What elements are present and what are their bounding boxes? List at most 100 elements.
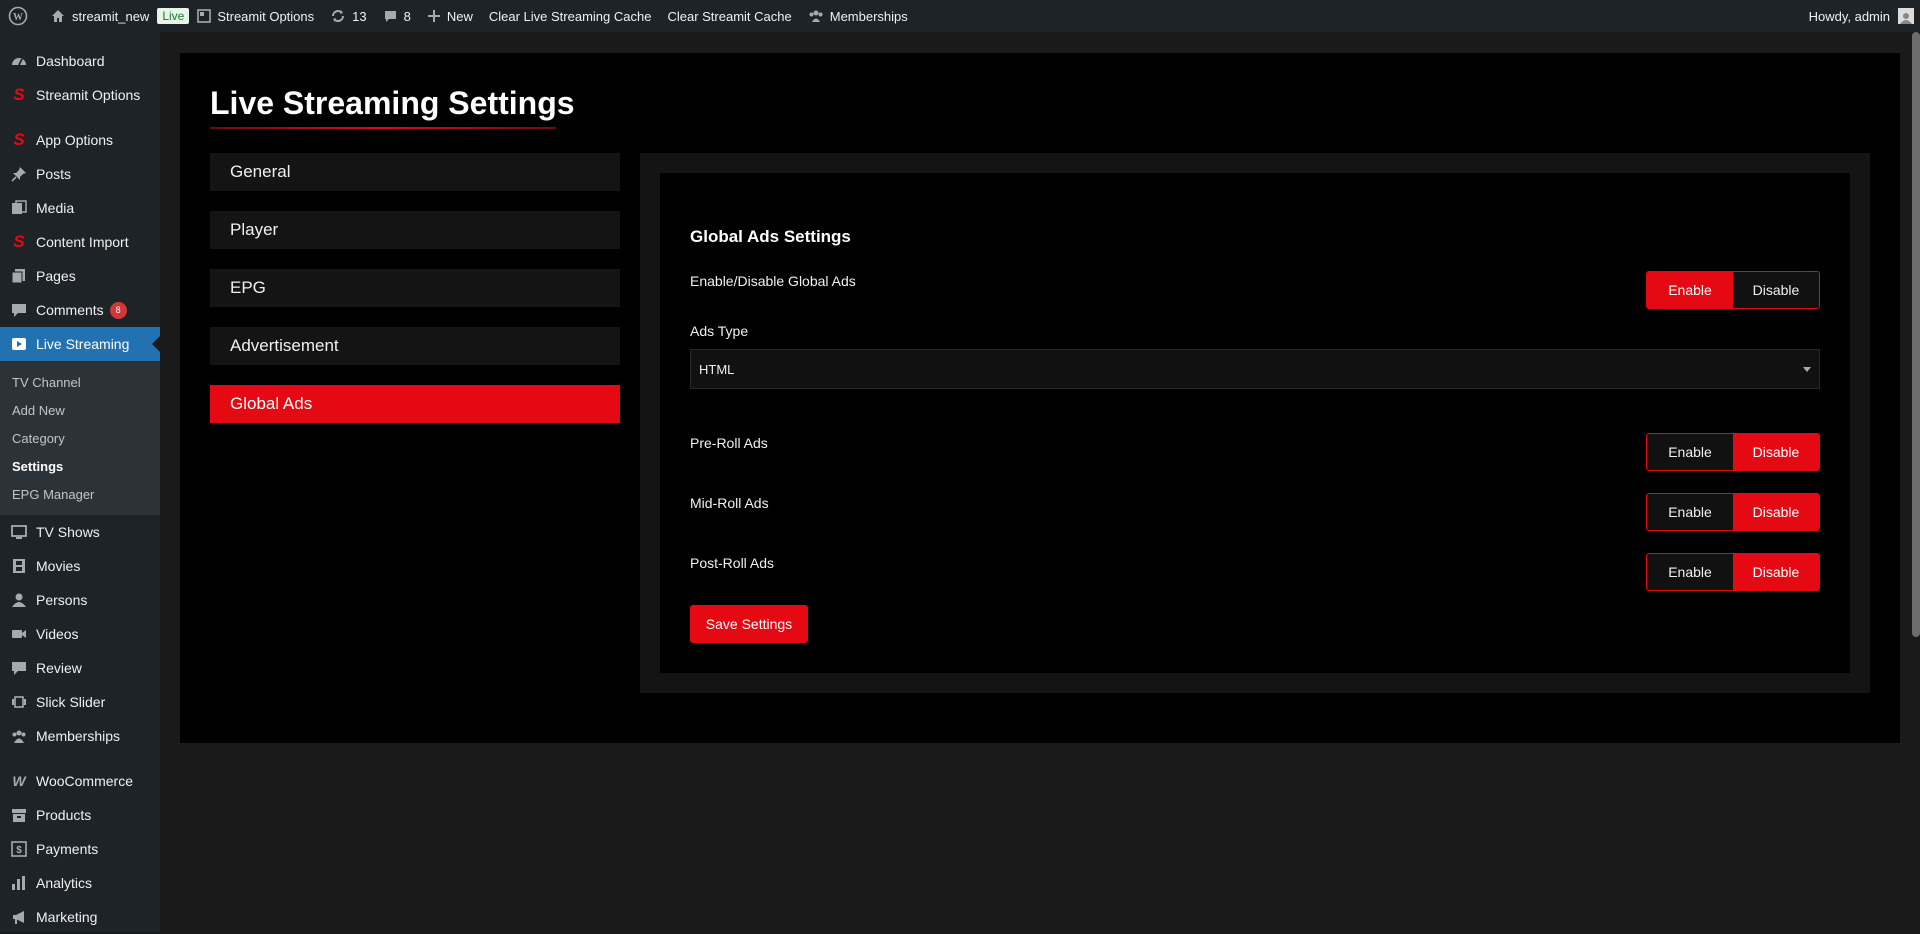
admin-bar: W streamit_new Live Streamit Options 13 … — [0, 0, 1920, 32]
sidebar-item-live-streaming[interactable]: Live Streaming — [0, 327, 160, 361]
clear-streamit-cache-link[interactable]: Clear Streamit Cache — [659, 0, 799, 32]
megaphone-icon — [10, 908, 28, 926]
wordpress-logo-icon[interactable]: W — [0, 0, 42, 32]
submenu-tv-channel[interactable]: TV Channel — [0, 368, 160, 396]
person-icon — [10, 591, 28, 609]
mid-roll-ads-toggle: Enable Disable — [1646, 493, 1820, 531]
sidebar-item-content-import[interactable]: S Content Import — [0, 225, 160, 259]
streamit-s-icon: S — [13, 232, 25, 251]
sidebar-item-woocommerce[interactable]: W WooCommerce — [0, 764, 160, 798]
settings-container: Live Streaming Settings General Player E… — [180, 53, 1900, 743]
live-badge: Live — [157, 8, 190, 24]
post-roll-ads-label: Post-Roll Ads — [690, 555, 775, 571]
live-streaming-submenu: TV Channel Add New Category Settings EPG… — [0, 361, 160, 515]
global-ads-enable-button[interactable]: Enable — [1647, 272, 1733, 308]
home-icon — [52, 10, 64, 22]
film-icon — [10, 557, 28, 575]
enable-global-ads-label: Enable/Disable Global Ads — [690, 273, 856, 289]
sidebar-item-videos[interactable]: Videos — [0, 617, 160, 651]
sidebar-item-marketing[interactable]: Marketing — [0, 900, 160, 934]
clear-live-cache-link[interactable]: Clear Live Streaming Cache — [481, 0, 660, 32]
sidebar-item-comments[interactable]: Comments 8 — [0, 293, 160, 327]
sidebar-item-payments[interactable]: $ Payments — [0, 832, 160, 866]
mid-roll-enable-button[interactable]: Enable — [1647, 494, 1733, 530]
global-ads-toggle: Enable Disable — [1646, 271, 1820, 309]
sidebar-item-slick-slider[interactable]: Slick Slider — [0, 685, 160, 719]
sidebar-item-app-options[interactable]: S App Options — [0, 123, 160, 157]
camera-icon — [10, 625, 28, 643]
archive-icon — [10, 806, 28, 824]
post-roll-ads-toggle: Enable Disable — [1646, 553, 1820, 591]
ads-type-select[interactable]: HTML — [690, 349, 1820, 389]
comment-icon — [10, 301, 28, 319]
pre-roll-ads-label: Pre-Roll Ads — [690, 435, 768, 451]
save-settings-button[interactable]: Save Settings — [690, 605, 808, 643]
sidebar-item-pages[interactable]: Pages — [0, 259, 160, 293]
account-menu[interactable]: Howdy, admin — [1809, 8, 1920, 24]
dollar-icon: $ — [10, 840, 28, 858]
groups-icon — [809, 10, 823, 22]
comments-count-badge: 8 — [109, 301, 127, 319]
comments-link[interactable]: 8 — [375, 0, 419, 32]
slider-icon — [10, 693, 28, 711]
comment-icon — [10, 659, 28, 677]
new-content-link[interactable]: New — [419, 0, 481, 32]
site-name-link[interactable]: streamit_new — [42, 0, 157, 32]
tab-epg[interactable]: EPG — [210, 269, 620, 307]
submenu-settings[interactable]: Settings — [0, 452, 160, 480]
grid-icon — [197, 9, 212, 23]
comment-icon — [384, 10, 396, 22]
pre-roll-disable-button[interactable]: Disable — [1733, 434, 1819, 470]
sidebar-item-products[interactable]: Products — [0, 798, 160, 832]
streamit-s-icon: S — [13, 85, 25, 104]
dashboard-icon — [10, 52, 28, 70]
submenu-category[interactable]: Category — [0, 424, 160, 452]
mid-roll-disable-button[interactable]: Disable — [1733, 494, 1819, 530]
video-icon — [10, 335, 28, 353]
admin-sidebar: Dashboard S Streamit Options S App Optio… — [0, 32, 160, 932]
memberships-link[interactable]: Memberships — [800, 0, 916, 32]
global-ads-panel: Global Ads Settings Enable/Disable Globa… — [660, 173, 1850, 673]
submenu-epg-manager[interactable]: EPG Manager — [0, 480, 160, 508]
post-roll-enable-button[interactable]: Enable — [1647, 554, 1733, 590]
section-title: Global Ads Settings — [690, 227, 851, 246]
media-icon — [10, 199, 28, 217]
settings-tabs: General Player EPG Advertisement Global … — [210, 153, 620, 443]
sidebar-item-movies[interactable]: Movies — [0, 549, 160, 583]
title-underline — [210, 127, 556, 129]
page-scrollbar[interactable] — [1912, 32, 1920, 637]
pin-icon — [10, 165, 28, 183]
global-ads-disable-button[interactable]: Disable — [1733, 272, 1819, 308]
refresh-icon — [332, 10, 345, 22]
sidebar-item-media[interactable]: Media — [0, 191, 160, 225]
pre-roll-enable-button[interactable]: Enable — [1647, 434, 1733, 470]
sidebar-item-tv-shows[interactable]: TV Shows — [0, 515, 160, 549]
chart-icon — [10, 874, 28, 892]
sidebar-item-memberships[interactable]: Memberships — [0, 719, 160, 753]
sidebar-item-analytics[interactable]: Analytics — [0, 866, 160, 900]
sidebar-item-posts[interactable]: Posts — [0, 157, 160, 191]
sidebar-item-dashboard[interactable]: Dashboard — [0, 44, 160, 78]
tab-advertisement[interactable]: Advertisement — [210, 327, 620, 365]
groups-icon — [10, 727, 28, 745]
chevron-down-icon — [1803, 367, 1811, 372]
svg-text:$: $ — [16, 845, 22, 856]
ads-type-value: HTML — [699, 361, 735, 377]
pre-roll-ads-toggle: Enable Disable — [1646, 433, 1820, 471]
tab-player[interactable]: Player — [210, 211, 620, 249]
sidebar-item-persons[interactable]: Persons — [0, 583, 160, 617]
mid-roll-ads-label: Mid-Roll Ads — [690, 495, 769, 511]
ads-type-label: Ads Type — [690, 323, 749, 339]
tab-general[interactable]: General — [210, 153, 620, 191]
streamit-options-link[interactable]: Streamit Options — [189, 0, 322, 32]
updates-link[interactable]: 13 — [322, 0, 374, 32]
streamit-s-icon: S — [13, 130, 25, 149]
sidebar-item-review[interactable]: Review — [0, 651, 160, 685]
avatar — [1898, 8, 1914, 24]
sidebar-item-streamit-options[interactable]: S Streamit Options — [0, 78, 160, 112]
svg-text:W: W — [13, 12, 23, 23]
submenu-add-new[interactable]: Add New — [0, 396, 160, 424]
settings-panel: Global Ads Settings Enable/Disable Globa… — [640, 153, 1870, 693]
tab-global-ads[interactable]: Global Ads — [210, 385, 620, 423]
post-roll-disable-button[interactable]: Disable — [1733, 554, 1819, 590]
